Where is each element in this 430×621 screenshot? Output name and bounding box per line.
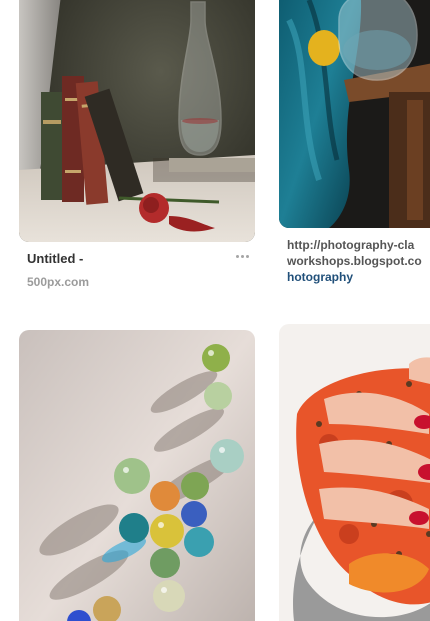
pin-image-hand-food[interactable]: [279, 324, 430, 621]
marbles-image: [19, 330, 255, 621]
more-dot: [240, 254, 244, 258]
pin-image-teal-cloth[interactable]: [279, 0, 430, 228]
hand-food-image: [279, 324, 430, 621]
pin-link-text[interactable]: http://photography-cla workshops.blogspo…: [287, 237, 430, 285]
still-life-image: [19, 0, 255, 242]
pin-image-still-life[interactable]: [19, 0, 255, 242]
pin-source[interactable]: 500px.com: [27, 275, 89, 289]
pin-title[interactable]: Untitled -: [27, 251, 83, 266]
pin-link-line: workshops.blogspot.co: [287, 254, 422, 268]
teal-cloth-image: [279, 0, 430, 228]
pin-image-marbles[interactable]: [19, 330, 255, 621]
more-options-icon[interactable]: [234, 250, 250, 262]
more-dot: [235, 254, 239, 258]
pin-link-line: http://photography-cla: [287, 238, 415, 252]
pin-link-line: hotography: [287, 270, 353, 284]
more-dot: [245, 254, 249, 258]
